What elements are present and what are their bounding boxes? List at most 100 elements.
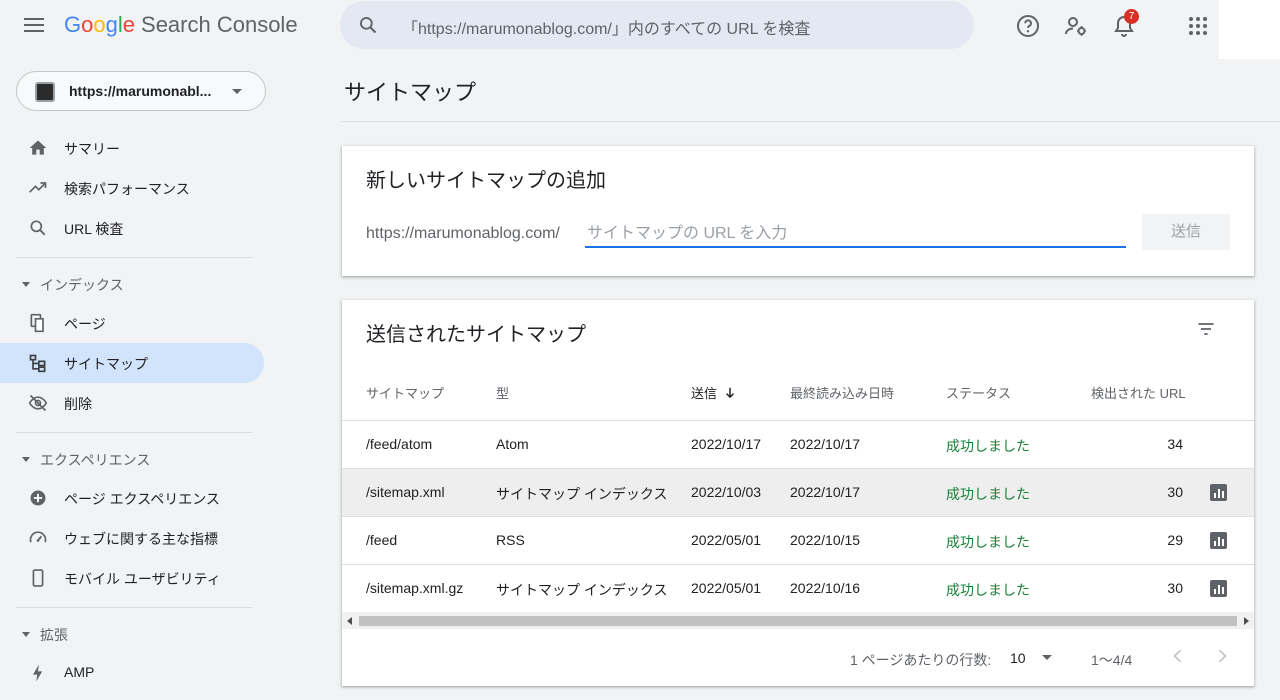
cell-status: 成功しました — [946, 582, 1030, 598]
cell-last-read: 2022/10/15 — [790, 532, 861, 548]
submitted-sitemaps-card: 送信されたサイトマップ サイトマップ 型 送信 最終読み込み日時 ステータス 検… — [342, 300, 1254, 686]
sidebar-item-pages[interactable]: ページ — [0, 303, 264, 343]
sidebar-item-page-experience[interactable]: ページ エクスペリエンス — [0, 478, 264, 518]
sidebar-section-experience[interactable]: エクスペリエンス — [0, 438, 264, 478]
cell-submitted: 2022/10/17 — [691, 436, 762, 452]
logo-letter: G — [64, 12, 82, 37]
sidebar-item-label: ウェブに関する主な指標 — [64, 531, 218, 547]
trending-up-icon — [29, 182, 47, 193]
collapse-triangle-icon — [22, 282, 30, 287]
cell-discovered-urls: 29 — [1167, 532, 1183, 548]
property-selector[interactable]: https://marumonabl... — [16, 71, 266, 111]
sidebar-item-core-web-vitals[interactable]: ウェブに関する主な指標 — [0, 518, 264, 558]
collapse-triangle-icon — [22, 457, 30, 462]
sidebar-section-extensions[interactable]: 拡張 — [0, 613, 264, 653]
add-sitemap-card: 新しいサイトマップの追加 https://marumonablog.com/ 送… — [342, 146, 1254, 276]
bar-chart-icon[interactable] — [1210, 484, 1227, 501]
sidebar-item-label: 検索パフォーマンス — [64, 181, 190, 197]
notification-count-badge: 7 — [1124, 9, 1139, 24]
logo-letter: e — [122, 12, 136, 37]
cell-discovered-urls: 34 — [1167, 436, 1183, 452]
sidebar-item-url-inspection[interactable]: URL 検査 — [0, 208, 264, 248]
sidebar-item-sitemaps[interactable]: サイトマップ — [0, 343, 264, 383]
column-header-type[interactable]: 型 — [496, 383, 509, 402]
sidebar-section-index[interactable]: インデックス — [0, 263, 264, 303]
horizontal-scrollbar[interactable] — [342, 612, 1254, 629]
page-title: サイトマップ — [344, 80, 477, 105]
collapse-triangle-icon — [22, 632, 30, 637]
cell-last-read: 2022/10/17 — [790, 436, 861, 452]
sidebar-item-summary[interactable]: サマリー — [0, 128, 264, 168]
help-icon[interactable] — [1016, 14, 1040, 38]
sidebar-item-removals[interactable]: 削除 — [0, 383, 264, 423]
sidebar-section-label: 拡張 — [40, 627, 68, 643]
table-row[interactable]: /sitemap.xml.gz サイトマップ インデックス 2022/05/01… — [342, 564, 1254, 612]
column-header-sitemap[interactable]: サイトマップ — [366, 383, 444, 402]
bolt-icon — [33, 664, 43, 682]
home-icon — [29, 140, 47, 155]
column-header-last-read[interactable]: 最終読み込み日時 — [790, 383, 894, 402]
cell-status: 成功しました — [946, 438, 1030, 454]
property-url: https://marumonabl... — [69, 83, 212, 99]
cell-submitted: 2022/05/01 — [691, 580, 762, 596]
sidebar-item-performance[interactable]: 検索パフォーマンス — [0, 168, 264, 208]
previous-page-icon[interactable] — [1168, 646, 1188, 666]
table-row[interactable]: /sitemap.xml サイトマップ インデックス 2022/10/03 20… — [342, 468, 1254, 516]
cell-last-read: 2022/10/17 — [790, 484, 861, 500]
bar-chart-icon[interactable] — [1210, 580, 1227, 597]
scroll-right-arrow-icon[interactable] — [1244, 617, 1249, 625]
sitemap-url-input[interactable] — [585, 222, 1126, 248]
scroll-left-arrow-icon[interactable] — [347, 617, 352, 625]
dropdown-arrow-icon — [1042, 655, 1052, 660]
search-icon — [30, 220, 46, 236]
cell-sitemap: /sitemap.xml — [366, 484, 445, 500]
title-divider — [341, 121, 1280, 122]
user-settings-icon[interactable] — [1064, 14, 1088, 38]
cell-sitemap: /feed — [366, 532, 398, 548]
table-row[interactable]: /feed RSS 2022/05/01 2022/10/15 成功しました 2… — [342, 516, 1254, 564]
filter-icon[interactable] — [1196, 319, 1216, 339]
rows-per-page-select[interactable]: 10 — [1010, 646, 1070, 670]
sidebar-item-label: サマリー — [64, 141, 120, 157]
next-page-icon[interactable] — [1212, 646, 1232, 666]
url-inspection-search-bar[interactable]: 「https://marumonablog.com/」内のすべての URL を検… — [340, 1, 974, 49]
pagination-range: 1〜4/4 — [1091, 652, 1133, 668]
cell-status: 成功しました — [946, 486, 1030, 502]
apps-grid-icon[interactable] — [1186, 14, 1210, 38]
logo-letter: g — [105, 12, 118, 37]
cell-status: 成功しました — [946, 534, 1030, 550]
google-search-console-logo[interactable]: Google Search Console — [64, 12, 298, 38]
sidebar-item-amp[interactable]: AMP — [0, 653, 264, 693]
search-placeholder: 「https://marumonablog.com/」内のすべての URL を検… — [402, 21, 811, 38]
cell-type: サイトマップ インデックス — [496, 486, 668, 502]
top-bar: Google Search Console 「https://marumonabl… — [0, 0, 1280, 59]
account-area[interactable] — [1219, 0, 1280, 59]
submit-sitemap-button[interactable]: 送信 — [1142, 214, 1230, 250]
phone-icon — [32, 569, 44, 587]
sidebar-item-label: URL 検査 — [64, 221, 124, 237]
sidebar-item-label: サイトマップ — [64, 356, 148, 372]
column-header-status[interactable]: ステータス — [946, 383, 1011, 402]
column-header-submitted[interactable]: 送信 — [691, 383, 737, 402]
sidebar-item-label: ページ — [64, 316, 106, 332]
cell-submitted: 2022/05/01 — [691, 532, 762, 548]
column-header-discovered-urls[interactable]: 検出された URL — [1091, 383, 1186, 402]
sidebar-divider — [16, 257, 252, 258]
sidebar-item-mobile-usability[interactable]: モバイル ユーザビリティ — [0, 558, 264, 598]
bar-chart-icon[interactable] — [1210, 532, 1227, 549]
cell-discovered-urls: 30 — [1167, 484, 1183, 500]
submitted-sitemaps-title: 送信されたサイトマップ — [366, 324, 586, 346]
table-row[interactable]: /feed/atom Atom 2022/10/17 2022/10/17 成功… — [342, 420, 1254, 468]
sidebar-divider — [16, 607, 252, 608]
sidebar-item-label: モバイル ユーザビリティ — [64, 571, 221, 587]
chevron-down-icon — [232, 89, 242, 94]
sidebar-divider — [16, 432, 252, 433]
cell-sitemap: /sitemap.xml.gz — [366, 580, 464, 596]
hamburger-menu-icon[interactable] — [24, 14, 46, 36]
rows-per-page-label: 1 ページあたりの行数: — [850, 652, 992, 668]
cell-last-read: 2022/10/16 — [790, 580, 861, 596]
scrollbar-thumb[interactable] — [359, 616, 1237, 626]
logo-letter: o — [93, 12, 106, 37]
sitemap-url-prefix: https://marumonablog.com/ — [366, 225, 560, 242]
sidebar-item-label: AMP — [64, 664, 95, 680]
